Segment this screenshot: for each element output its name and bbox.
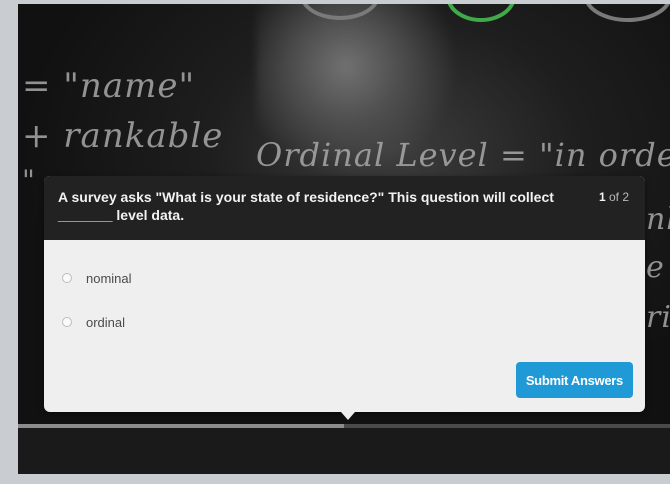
popup-pointer — [341, 412, 355, 420]
question-text: A survey asks "What is your state of res… — [58, 189, 554, 223]
chalk-text: " — [22, 164, 36, 197]
chalk-text: = "name" — [22, 66, 196, 106]
quiz-popup: A survey asks "What is your state of res… — [44, 176, 645, 420]
radio-button[interactable] — [62, 273, 72, 283]
option-label: ordinal — [86, 314, 126, 330]
counter-current: 1 — [598, 190, 606, 204]
player-controls — [18, 428, 670, 474]
dial-icon — [584, 4, 670, 22]
chalk-text: + rankable — [22, 116, 224, 156]
chalk-text: ril — [646, 300, 670, 335]
chalk-text: e — [646, 250, 665, 285]
radio-button[interactable] — [62, 317, 72, 327]
counter-total: of 2 — [608, 190, 629, 204]
submit-answers-button[interactable]: Submit Answers — [515, 362, 633, 398]
question-counter: 1 of 2 — [599, 190, 629, 204]
quiz-header: A survey asks "What is your state of res… — [44, 176, 645, 240]
chalk-text: Ordinal Level = "in order" — [256, 136, 670, 174]
chalk-text: nk — [646, 202, 670, 237]
answer-option-nominal[interactable]: nominal — [62, 268, 132, 288]
dial-icon — [446, 4, 516, 22]
answer-option-ordinal[interactable]: ordinal — [62, 312, 125, 332]
option-label: nominal — [86, 270, 132, 286]
